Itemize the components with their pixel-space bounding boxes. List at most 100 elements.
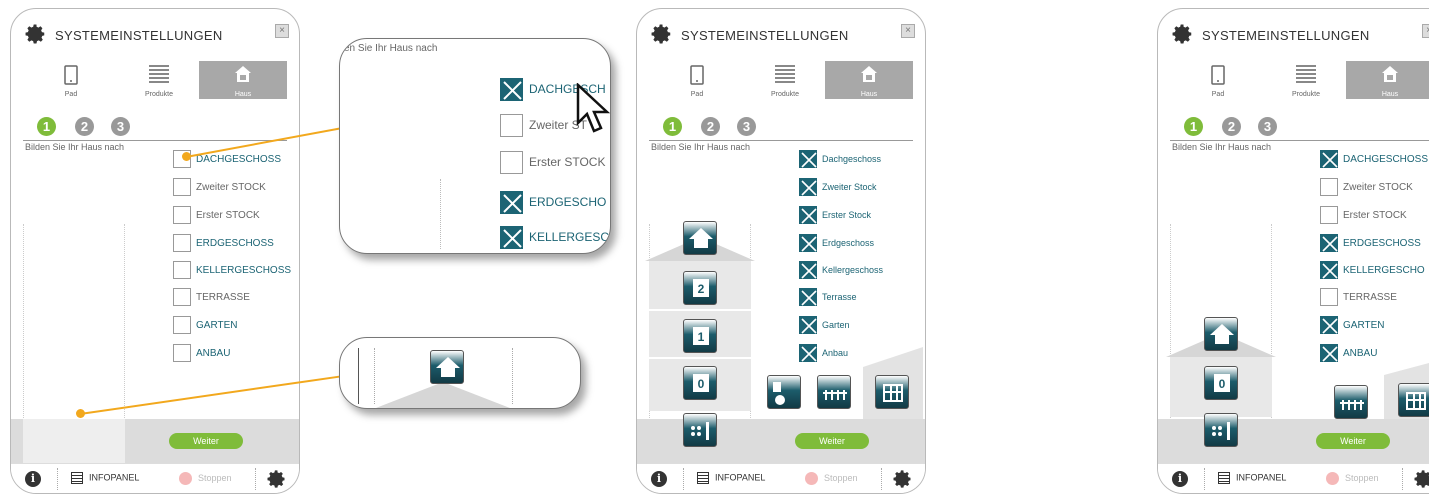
option-zweiter-stock[interactable]: Zweiter STOCK (173, 178, 266, 196)
checkbox[interactable] (799, 206, 817, 224)
step-2[interactable]: 2 (75, 117, 94, 136)
basement-icon[interactable] (683, 413, 717, 447)
step-3[interactable]: 3 (737, 117, 756, 136)
tab-haus[interactable]: Haus (1346, 61, 1429, 99)
ground-floor-icon[interactable]: 0 (1204, 366, 1238, 400)
option-garten[interactable]: GARTEN (1320, 316, 1385, 334)
option-anbau[interactable]: ANBAU (173, 344, 230, 362)
checkbox[interactable] (799, 150, 817, 168)
close-button[interactable]: × (901, 24, 915, 38)
option-terrasse[interactable]: TERRASSE (173, 288, 250, 306)
option-anbau[interactable]: ANBAU (1320, 344, 1377, 362)
option-dachgeschoss[interactable]: Dachgeschoss (799, 150, 881, 168)
option-garten[interactable]: Garten (799, 316, 850, 334)
checkbox[interactable] (1320, 206, 1338, 224)
option-erster-stock[interactable]: Erster STOCK (173, 206, 260, 224)
option-terrasse[interactable]: TERRASSE (1320, 288, 1397, 306)
option-erdgeschoss[interactable]: Erdgeschoss (799, 234, 874, 252)
gear-icon[interactable] (893, 469, 913, 489)
checkbox[interactable] (173, 288, 191, 306)
option-kellergeschoss[interactable]: KELLERGESCHO (1320, 261, 1425, 279)
close-button[interactable]: × (1422, 24, 1429, 38)
checkbox[interactable] (799, 178, 817, 196)
weiter-button[interactable]: Weiter (795, 433, 869, 449)
info-icon[interactable]: i (651, 471, 667, 487)
infopanel-button[interactable]: INFOPANEL (1218, 472, 1286, 484)
roof-tile-icon[interactable] (683, 221, 717, 255)
check-x-icon (801, 208, 817, 224)
option-erdgeschoss[interactable]: ERDGESCHOSS (1320, 234, 1421, 252)
weiter-button[interactable]: Weiter (1316, 433, 1390, 449)
infopanel-button[interactable]: INFOPANEL (71, 472, 139, 484)
tab-pad[interactable]: Pad (653, 61, 741, 99)
checkbox[interactable] (173, 344, 191, 362)
option-kellergeschoss[interactable]: Kellergeschoss (799, 261, 883, 279)
stop-button[interactable]: Stoppen (179, 472, 232, 485)
infopanel-button[interactable]: INFOPANEL (697, 472, 765, 484)
option-erster-stock[interactable]: Erster STOCK (1320, 206, 1407, 224)
roof-tile-icon[interactable] (1204, 317, 1238, 351)
checkbox[interactable] (799, 316, 817, 334)
checkbox[interactable] (1320, 261, 1338, 279)
checkbox[interactable] (173, 206, 191, 224)
step-1[interactable]: 1 (1184, 117, 1203, 136)
option-zweiter-stock[interactable]: Zweiter Stock (799, 178, 877, 196)
checkbox[interactable] (799, 234, 817, 252)
tab-haus[interactable]: Haus (199, 61, 287, 99)
option-erster-stock[interactable]: Erster Stock (799, 206, 871, 224)
stop-button[interactable]: Stoppen (1326, 472, 1379, 485)
step-2[interactable]: 2 (1222, 117, 1241, 136)
instruction-text: Bilden Sie Ihr Haus nach (651, 142, 751, 152)
basement-icon[interactable] (1204, 413, 1238, 447)
close-button[interactable]: × (275, 24, 289, 38)
checkbox[interactable] (1320, 234, 1338, 252)
second-floor-icon[interactable]: 2 (683, 271, 717, 305)
ground-floor-icon[interactable]: 0 (683, 366, 717, 400)
tab-produkte[interactable]: Produkte (741, 61, 829, 99)
annex-icon[interactable] (1398, 383, 1429, 417)
checkbox[interactable] (173, 316, 191, 334)
step-2[interactable]: 2 (701, 117, 720, 136)
option-zweiter-stock[interactable]: Zweiter STOCK (1320, 178, 1413, 196)
tab-pad[interactable]: Pad (1174, 61, 1262, 99)
option-anbau[interactable]: Anbau (799, 344, 848, 362)
checkbox[interactable] (1320, 150, 1338, 168)
option-garten[interactable]: GARTEN (173, 316, 238, 334)
tab-produkte[interactable]: Produkte (115, 61, 203, 99)
weiter-button[interactable]: Weiter (169, 433, 243, 449)
checkbox[interactable] (1320, 288, 1338, 306)
tab-produkte[interactable]: Produkte (1262, 61, 1350, 99)
annex-icon[interactable] (875, 375, 909, 409)
checkbox[interactable] (799, 288, 817, 306)
tab-haus[interactable]: Haus (825, 61, 913, 99)
option-dachgeschoss[interactable]: DACHGESCHOSS (1320, 150, 1428, 168)
step-3[interactable]: 3 (111, 117, 130, 136)
checkbox[interactable] (1320, 344, 1338, 362)
tab-pad[interactable]: Pad (27, 61, 115, 99)
checkbox[interactable] (799, 261, 817, 279)
option-terrasse[interactable]: Terrasse (799, 288, 857, 306)
option-erdgeschoss[interactable]: ERDGESCHOSS (173, 234, 274, 252)
gear-icon[interactable] (267, 469, 287, 489)
terrace-icon[interactable] (767, 375, 801, 409)
checkbox[interactable] (1320, 316, 1338, 334)
checkbox[interactable] (173, 178, 191, 196)
info-icon[interactable]: i (25, 471, 41, 487)
first-floor-icon[interactable]: 1 (683, 319, 717, 353)
step-3[interactable]: 3 (1258, 117, 1277, 136)
checkbox[interactable] (1320, 178, 1338, 196)
step-1[interactable]: 1 (663, 117, 682, 136)
step-1[interactable]: 1 (37, 117, 56, 136)
gear-icon[interactable] (1414, 469, 1429, 489)
garden-icon[interactable] (817, 375, 851, 409)
checkbox[interactable] (799, 344, 817, 362)
checkbox[interactable] (173, 261, 191, 279)
option-label: Erster Stock (822, 210, 872, 220)
info-icon[interactable]: i (1172, 471, 1188, 487)
infopanel-label: INFOPANEL (1236, 472, 1287, 483)
stop-button[interactable]: Stoppen (805, 472, 858, 485)
checkbox[interactable] (173, 234, 191, 252)
garden-icon[interactable] (1334, 385, 1368, 419)
option-label: Erster STOCK (1343, 209, 1407, 221)
option-kellergeschoss[interactable]: KELLERGESCHOSS (173, 261, 291, 279)
